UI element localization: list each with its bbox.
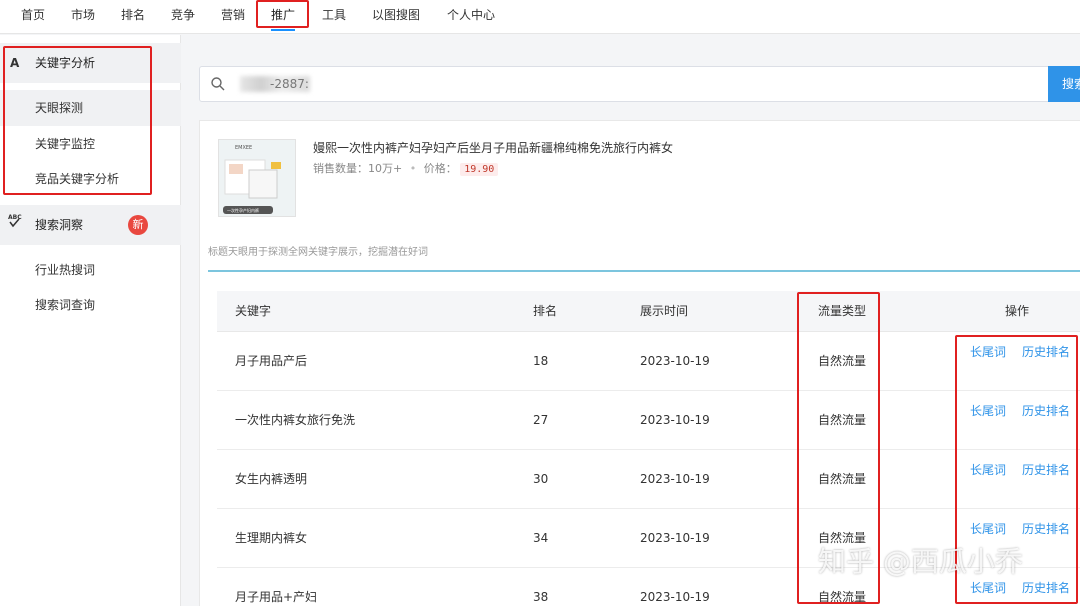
nav-ranking[interactable]: 排名 <box>121 0 145 31</box>
abc-check-icon: ABC <box>8 205 22 245</box>
top-nav: 首页 市场 排名 竞争 营销 推广 工具 以图搜图 个人中心 <box>0 0 1080 34</box>
thumb-brand: EMXEE <box>235 145 252 151</box>
sidebar-group-keyword-analysis[interactable]: A 关键字分析 <box>0 43 181 83</box>
table-row: 月子用品产后 18 2023-10-19 自然流量 长尾词 历史排名 <box>217 332 1080 391</box>
price-badge: 19.90 <box>460 163 499 176</box>
sidebar-item-tianyan[interactable]: 天眼探测 <box>0 90 181 126</box>
result-card: EMXEE 一次性孕产妇内裤 嫚熙一次性内裤产妇孕妇产后坐月子用品新疆棉纯棉免洗… <box>199 120 1080 606</box>
long-tail-link[interactable]: 长尾词 <box>970 522 1006 536</box>
sidebar-item-keyword-monitor[interactable]: 关键字监控 <box>0 126 181 162</box>
history-rank-link[interactable]: 历史排名 <box>1022 404 1070 418</box>
cell-date: 2023-10-19 <box>640 472 710 486</box>
row-actions: 长尾词 历史排名 <box>970 520 1078 538</box>
long-tail-link[interactable]: 长尾词 <box>970 404 1006 418</box>
table-row: 女生内裤透明 30 2023-10-19 自然流量 长尾词 历史排名 <box>217 450 1080 509</box>
nav-image-search[interactable]: 以图搜图 <box>372 0 420 31</box>
history-rank-link[interactable]: 历史排名 <box>1022 581 1070 595</box>
search-value: -2887: <box>270 77 309 91</box>
search-input[interactable]: -2887: <box>199 66 1049 102</box>
cell-rank: 38 <box>533 590 549 604</box>
cell-date: 2023-10-19 <box>640 354 710 368</box>
sidebar-item-search-word-query[interactable]: 搜索词查询 <box>0 287 181 323</box>
nav-personal-center[interactable]: 个人中心 <box>447 0 495 31</box>
sidebar-group-search-insight[interactable]: ABC 搜索洞察 新 <box>0 205 181 245</box>
cell-traffic: 自然流量 <box>818 413 867 427</box>
col-show-time: 展示时间 <box>640 304 689 318</box>
cell-date: 2023-10-19 <box>640 413 710 427</box>
nav-tools[interactable]: 工具 <box>322 0 346 31</box>
col-actions: 操作 <box>1005 304 1030 318</box>
product-meta: 销售数量：10万+ • 价格： 19.90 <box>313 160 499 176</box>
new-badge: 新 <box>128 215 148 235</box>
watermark: 知乎 @西瓜小乔 <box>818 545 1023 578</box>
letter-a-icon: A <box>10 56 20 70</box>
thumb-caption: 一次性孕产妇内裤 <box>227 207 259 213</box>
row-actions: 长尾词 历史排名 <box>970 402 1078 420</box>
cell-keyword: 月子用品产后 <box>235 354 308 368</box>
sidebar: A 关键字分析 天眼探测 关键字监控 竞品关键字分析 ABC 搜索洞察 新 行业… <box>0 35 181 606</box>
long-tail-link[interactable]: 长尾词 <box>970 345 1006 359</box>
long-tail-link[interactable]: 长尾词 <box>970 581 1006 595</box>
col-traffic-type: 流量类型 <box>818 304 867 318</box>
main-content: -2887: 搜索 EMXEE 一次性孕产妇内裤 嫚熙一次性内裤产妇孕妇产后坐月… <box>182 35 1080 606</box>
nav-promotion[interactable]: 推广 <box>271 0 296 31</box>
product-image[interactable]: EMXEE 一次性孕产妇内裤 <box>218 139 296 217</box>
nav-marketing[interactable]: 营销 <box>221 0 245 31</box>
history-rank-link[interactable]: 历史排名 <box>1022 522 1070 536</box>
cell-traffic: 自然流量 <box>818 354 867 368</box>
history-rank-link[interactable]: 历史排名 <box>1022 345 1070 359</box>
history-rank-link[interactable]: 历史排名 <box>1022 463 1070 477</box>
col-keyword: 关键字 <box>235 304 272 318</box>
price-label: 价格： <box>423 162 457 175</box>
product-title[interactable]: 嫚熙一次性内裤产妇孕妇产后坐月子用品新疆棉纯棉免洗旅行内裤女 <box>313 139 673 156</box>
nav-competition[interactable]: 竞争 <box>171 0 195 31</box>
cell-date: 2023-10-19 <box>640 590 710 604</box>
table-row: 一次性内裤女旅行免洗 27 2023-10-19 自然流量 长尾词 历史排名 <box>217 391 1080 450</box>
svg-text:ABC: ABC <box>8 214 22 221</box>
hint-text: 标题天眼用于探测全网关键字展示，挖掘潜在好词 <box>208 247 428 258</box>
cell-rank: 30 <box>533 472 549 486</box>
table-header: 关键字 排名 展示时间 流量类型 操作 <box>217 291 1080 332</box>
divider <box>208 270 1080 272</box>
cell-keyword: 月子用品+产妇 <box>235 590 318 604</box>
search-button[interactable]: 搜索 <box>1048 66 1080 102</box>
row-actions: 长尾词 历史排名 <box>970 461 1078 479</box>
sales-count: 销售数量：10万+ <box>313 162 403 175</box>
sidebar-group-label: 关键字分析 <box>35 56 96 70</box>
cell-keyword: 生理期内裤女 <box>235 531 308 545</box>
sidebar-item-industry-hot-words[interactable]: 行业热搜词 <box>0 252 181 288</box>
cell-keyword: 一次性内裤女旅行免洗 <box>235 413 356 427</box>
row-actions: 长尾词 历史排名 <box>970 579 1078 597</box>
sidebar-group-label: 搜索洞察 <box>35 218 84 232</box>
cell-traffic: 自然流量 <box>818 472 867 486</box>
cell-rank: 27 <box>533 413 549 427</box>
nav-market[interactable]: 市场 <box>71 0 95 31</box>
cell-keyword: 女生内裤透明 <box>235 472 308 486</box>
long-tail-link[interactable]: 长尾词 <box>970 463 1006 477</box>
col-rank: 排名 <box>533 304 558 318</box>
search-icon <box>211 77 225 91</box>
row-actions: 长尾词 历史排名 <box>970 343 1078 361</box>
cell-rank: 18 <box>533 354 549 368</box>
sidebar-item-competitor-keywords[interactable]: 竞品关键字分析 <box>0 161 181 197</box>
cell-date: 2023-10-19 <box>640 531 710 545</box>
cell-rank: 34 <box>533 531 549 545</box>
nav-home[interactable]: 首页 <box>21 0 45 31</box>
